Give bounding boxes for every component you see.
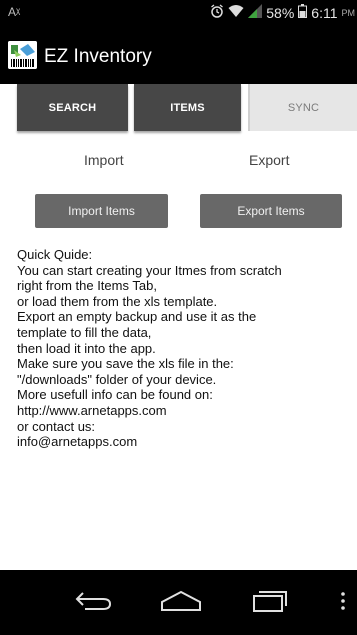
guide-line: http://www.arnetapps.com xyxy=(17,402,167,418)
alarm-icon xyxy=(210,4,224,21)
signal-icon xyxy=(248,4,263,21)
guide-line: You can start creating your Itmes from s… xyxy=(17,262,282,278)
guide-line: template to fill the data, xyxy=(17,324,152,340)
sync-tab-content: SEARCH ITEMS SYNC Import Export Import I… xyxy=(0,84,357,570)
clock-suffix: PM xyxy=(341,7,356,18)
quick-guide-text: Quick Quide: You can start creating your… xyxy=(17,247,352,450)
app-logo-icon xyxy=(8,41,37,69)
export-items-button[interactable]: Export Items xyxy=(200,194,342,228)
guide-line: Make sure you save the xls file in the: xyxy=(17,356,234,372)
import-items-button[interactable]: Import Items xyxy=(35,194,168,228)
keyboard-notification-icon: Aᵡ xyxy=(8,5,21,19)
back-icon[interactable] xyxy=(75,590,113,617)
tab-search[interactable]: SEARCH xyxy=(17,84,128,131)
status-bar: Aᵡ 58% 6:11 PM xyxy=(0,0,357,26)
recent-apps-icon[interactable] xyxy=(252,590,288,617)
guide-line: or contact us: xyxy=(17,418,96,434)
guide-line: right from the Items Tab, xyxy=(17,278,157,294)
overflow-menu-icon[interactable] xyxy=(340,592,346,615)
wifi-icon xyxy=(228,4,244,21)
guide-line: "/downloads" folder of your device. xyxy=(17,371,217,387)
tab-sync[interactable]: SYNC xyxy=(248,84,357,131)
guide-line: Export an empty backup and use it as the xyxy=(17,309,257,325)
action-bar: EZ Inventory xyxy=(0,26,357,84)
guide-line: or load them from the xls template. xyxy=(17,293,218,309)
import-heading: Import xyxy=(84,152,124,168)
app-title: EZ Inventory xyxy=(44,46,152,67)
export-heading: Export xyxy=(249,152,290,168)
navigation-bar xyxy=(0,570,357,635)
guide-line: then load it into the app. xyxy=(17,340,156,356)
status-icons: 58% 6:11 PM xyxy=(210,4,355,21)
home-icon[interactable] xyxy=(160,590,202,617)
guide-line: More usefull info can be found on: xyxy=(17,387,213,403)
guide-line: info@arnetapps.com xyxy=(17,434,138,450)
clock: 6:11 xyxy=(311,4,338,21)
guide-line: Quick Quide: xyxy=(17,247,93,262)
tab-items[interactable]: ITEMS xyxy=(134,84,241,131)
battery-percent: 58% xyxy=(266,4,295,21)
battery-icon xyxy=(298,4,308,21)
